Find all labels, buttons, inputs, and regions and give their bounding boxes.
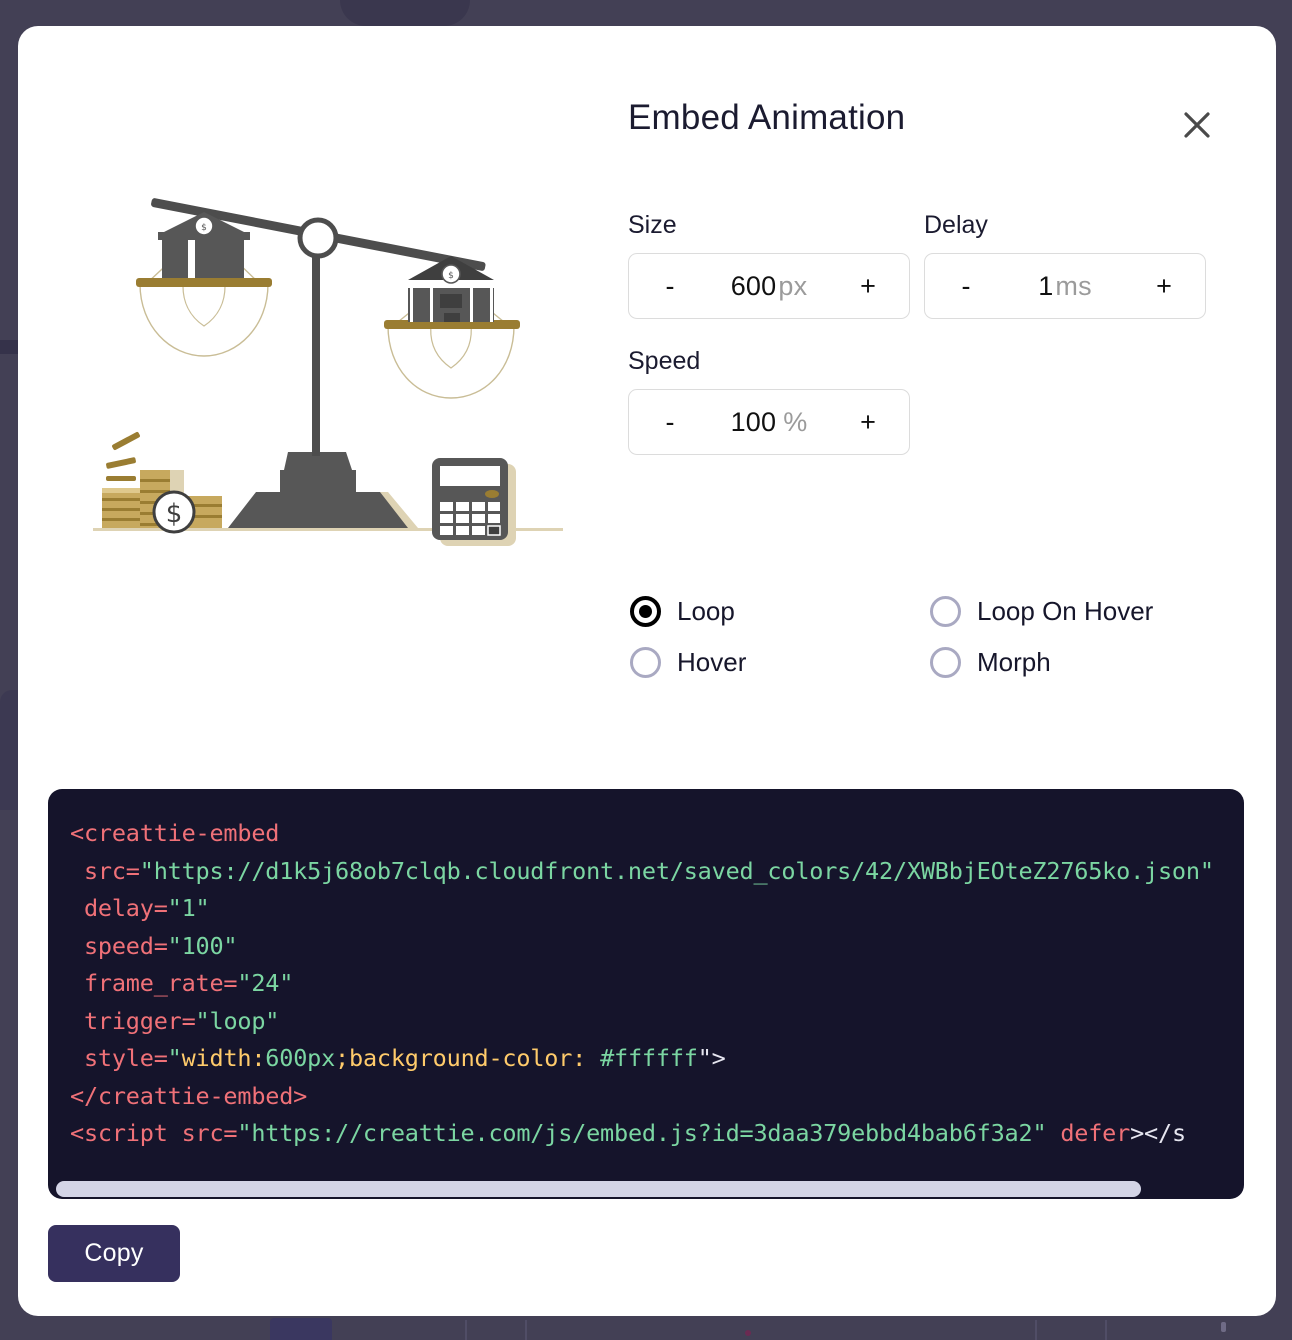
size-number: 600 xyxy=(731,271,777,301)
code-token: frame_rate= xyxy=(70,969,237,997)
dialog-title: Embed Animation xyxy=(628,98,905,138)
radio-option-loop-on-hover[interactable]: Loop On Hover xyxy=(930,596,1230,627)
code-line: <creattie-embed xyxy=(70,815,1214,853)
delay-label: Delay xyxy=(924,211,1206,240)
code-token: "24" xyxy=(237,969,293,997)
radio-option-hover[interactable]: Hover xyxy=(630,647,930,678)
radio-label-loop: Loop xyxy=(677,596,735,627)
code-token: width: xyxy=(182,1044,266,1072)
radio-option-loop[interactable]: Loop xyxy=(630,596,930,627)
code-token: </creattie-embed> xyxy=(70,1082,307,1110)
code-line: trigger="loop" xyxy=(70,1003,1214,1041)
code-token: "1" xyxy=(168,894,210,922)
trigger-options: Loop Loop On Hover Hover Morph xyxy=(630,596,1230,678)
size-decrement-button[interactable]: - xyxy=(655,273,685,300)
code-token: style= xyxy=(70,1044,168,1072)
code-token: ;background-color: xyxy=(335,1044,600,1072)
delay-increment-button[interactable]: + xyxy=(1149,273,1179,300)
radio-option-morph[interactable]: Morph xyxy=(930,647,1230,678)
code-token: "100" xyxy=(168,932,238,960)
size-control: Size - 600px + xyxy=(628,211,910,319)
embed-code-text[interactable]: <creattie-embed src="https://d1k5j68ob7c… xyxy=(70,815,1214,1153)
radio-icon xyxy=(630,647,661,678)
code-token: "https://d1k5j68ob7clqb.cloudfront.net/s… xyxy=(140,857,1214,885)
code-line: src="https://d1k5j68ob7clqb.cloudfront.n… xyxy=(70,853,1214,891)
code-line: speed="100" xyxy=(70,928,1214,966)
copy-button[interactable]: Copy xyxy=(48,1225,180,1282)
code-line: style="width:600px;background-color: #ff… xyxy=(70,1040,1214,1078)
size-label: Size xyxy=(628,211,910,240)
speed-increment-button[interactable]: + xyxy=(853,409,883,436)
code-line: <script src="https://creattie.com/js/emb… xyxy=(70,1115,1214,1153)
size-unit: px xyxy=(778,271,807,301)
embed-settings: Size - 600px + Delay - 1ms + Speed xyxy=(628,211,1228,483)
backdrop-shape xyxy=(270,1318,332,1340)
size-value[interactable]: 600px xyxy=(685,271,853,302)
svg-text:$: $ xyxy=(448,271,454,281)
speed-label: Speed xyxy=(628,347,910,376)
backdrop-shape xyxy=(1221,1322,1226,1332)
delay-control: Delay - 1ms + xyxy=(924,211,1206,319)
delay-decrement-button[interactable]: - xyxy=(951,273,981,300)
code-token: defer xyxy=(1046,1119,1130,1147)
code-token: "loop" xyxy=(196,1007,280,1035)
code-token: <creattie-embed xyxy=(70,819,279,847)
size-stepper[interactable]: - 600px + xyxy=(628,253,910,319)
speed-control: Speed - 100% + xyxy=(628,347,910,455)
code-token: src= xyxy=(70,857,140,885)
backdrop-shape xyxy=(1035,1320,1037,1340)
backdrop-shape xyxy=(1105,1320,1107,1340)
delay-unit: ms xyxy=(1055,271,1091,301)
size-increment-button[interactable]: + xyxy=(853,273,883,300)
speed-number: 100 xyxy=(731,407,777,437)
dialog-header: Embed Animation xyxy=(18,26,1276,176)
code-token: trigger= xyxy=(70,1007,196,1035)
close-icon[interactable] xyxy=(1176,104,1218,146)
embed-animation-dialog: Embed Animation xyxy=(18,26,1276,1316)
svg-text:$: $ xyxy=(201,223,207,233)
radio-icon xyxy=(630,596,661,627)
delay-value[interactable]: 1ms xyxy=(981,271,1149,302)
delay-stepper[interactable]: - 1ms + xyxy=(924,253,1206,319)
code-token: delay= xyxy=(70,894,168,922)
code-token: 600px xyxy=(265,1044,335,1072)
code-token: #ffffff xyxy=(600,1044,698,1072)
radio-label-morph: Morph xyxy=(977,647,1051,678)
backdrop-shape xyxy=(525,1320,527,1340)
code-line: </creattie-embed> xyxy=(70,1078,1214,1116)
svg-text:$: $ xyxy=(166,499,183,529)
backdrop-shape xyxy=(745,1330,751,1336)
code-token: "https://creattie.com/js/embed.js?id=3da… xyxy=(237,1119,1046,1147)
delay-number: 1 xyxy=(1038,271,1053,301)
animation-preview[interactable]: $ $ xyxy=(88,176,568,576)
radio-label-loop-on-hover: Loop On Hover xyxy=(977,596,1153,627)
code-token: speed= xyxy=(70,932,168,960)
backdrop-shape xyxy=(340,0,470,26)
speed-stepper[interactable]: - 100% + xyxy=(628,389,910,455)
speed-decrement-button[interactable]: - xyxy=(655,409,685,436)
code-line: frame_rate="24" xyxy=(70,965,1214,1003)
code-token: " xyxy=(168,1044,182,1072)
code-line: delay="1" xyxy=(70,890,1214,928)
code-token: ></s xyxy=(1130,1119,1186,1147)
embed-code-panel[interactable]: <creattie-embed src="https://d1k5j68ob7c… xyxy=(48,789,1244,1199)
radio-label-hover: Hover xyxy=(677,647,746,678)
radio-icon xyxy=(930,596,961,627)
horizontal-scrollbar[interactable] xyxy=(56,1181,1141,1197)
radio-icon xyxy=(930,647,961,678)
backdrop-shape xyxy=(465,1320,467,1340)
code-token: "> xyxy=(698,1044,726,1072)
speed-value[interactable]: 100% xyxy=(685,407,853,438)
code-token: <script src= xyxy=(70,1119,237,1147)
speed-unit: % xyxy=(783,407,807,437)
code-scrollbar-track[interactable] xyxy=(48,1179,1244,1199)
